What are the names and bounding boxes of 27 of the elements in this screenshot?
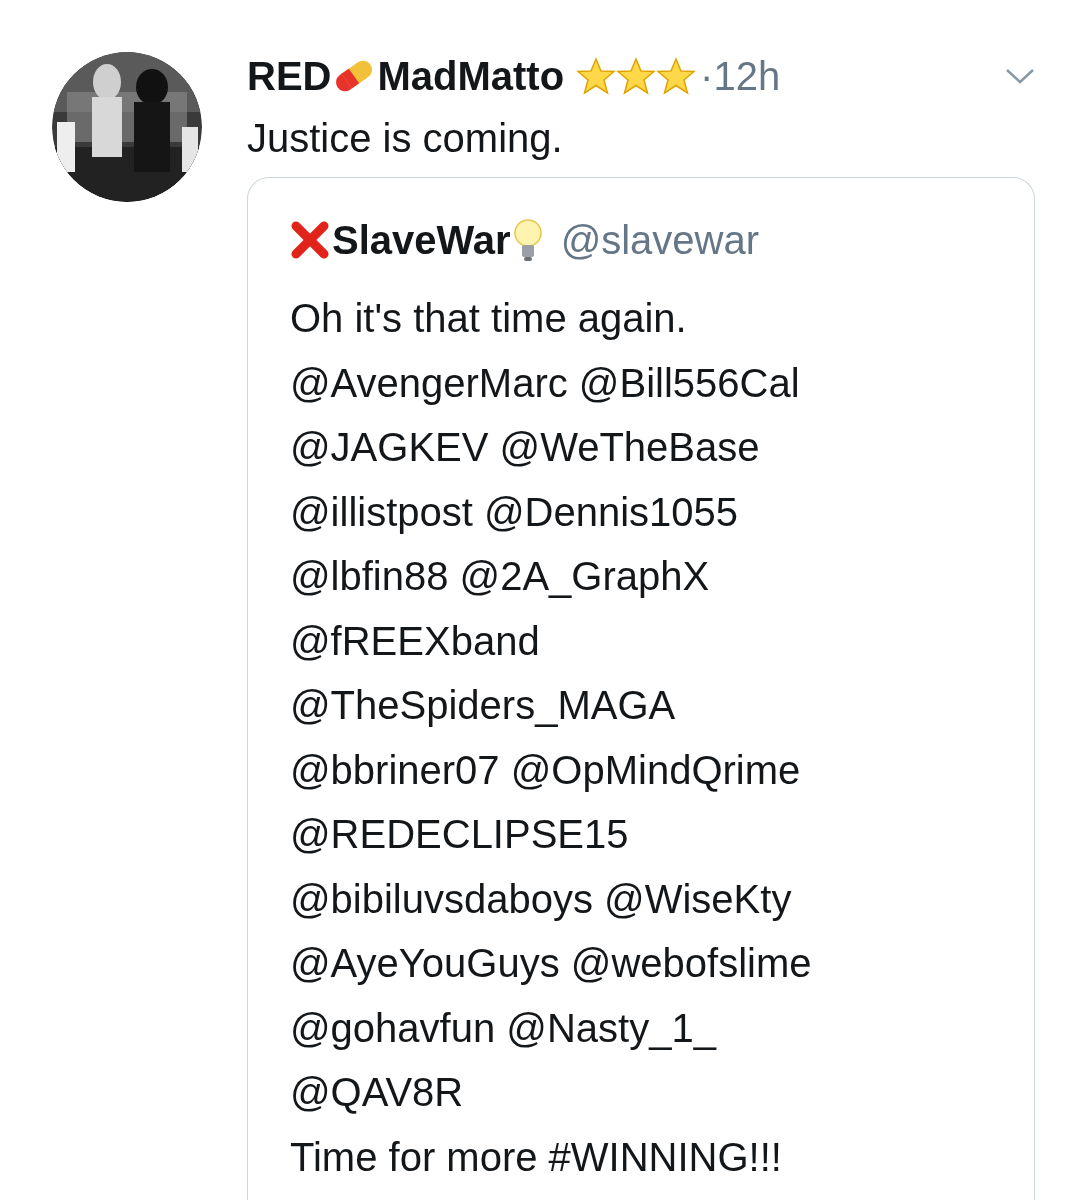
tweet-text-line: Oh it's that time again.	[290, 295, 688, 342]
tweet-text-line: @bibiluvsdaboys @WiseKty	[290, 875, 793, 923]
tweet-text-line: @QAV8R	[290, 1069, 465, 1116]
star-icon	[576, 56, 617, 96]
star-icon	[616, 56, 657, 96]
lightbulb-icon	[512, 218, 543, 262]
tweet-text-line: @AyeYouGuys @webofslime	[290, 940, 813, 987]
tweet-text-line: @illistpost @Dennis1055	[290, 488, 740, 536]
display-name[interactable]: SlaveWar	[332, 217, 511, 263]
tweet-text-line: @lbfin88 @2A_GraphX	[290, 553, 711, 600]
cross-icon	[290, 220, 330, 260]
tweet-text-line: @REDECLIPSE15	[290, 811, 630, 858]
tweet-text-line: @AvengerMarc @Bill556Cal	[290, 359, 801, 407]
star-icon	[656, 56, 697, 96]
tweet-text-line: @gohavfun @Nasty_1_	[290, 1004, 718, 1052]
tweet-text: Justice is coming.	[247, 115, 564, 162]
tweet-text-line: Time for more #WINNING!!!	[290, 1133, 783, 1181]
quoted-tweet-card[interactable]	[247, 177, 1035, 1200]
display-name[interactable]: MadMatto	[377, 53, 565, 99]
display-name[interactable]: RED	[247, 53, 332, 99]
tweet-text-line: @fREEXband	[290, 617, 541, 665]
tweet-text-line: @TheSpiders_MAGA	[290, 682, 677, 729]
tweet-text-line: @bbriner07 @OpMindQrime	[290, 746, 802, 794]
chevron-down-icon[interactable]	[1005, 67, 1035, 85]
timestamp[interactable]: ·12h	[700, 53, 781, 99]
username[interactable]: @slavewar	[560, 217, 760, 263]
tweet-text-line: @JAGKEV @WeTheBase	[290, 424, 761, 471]
